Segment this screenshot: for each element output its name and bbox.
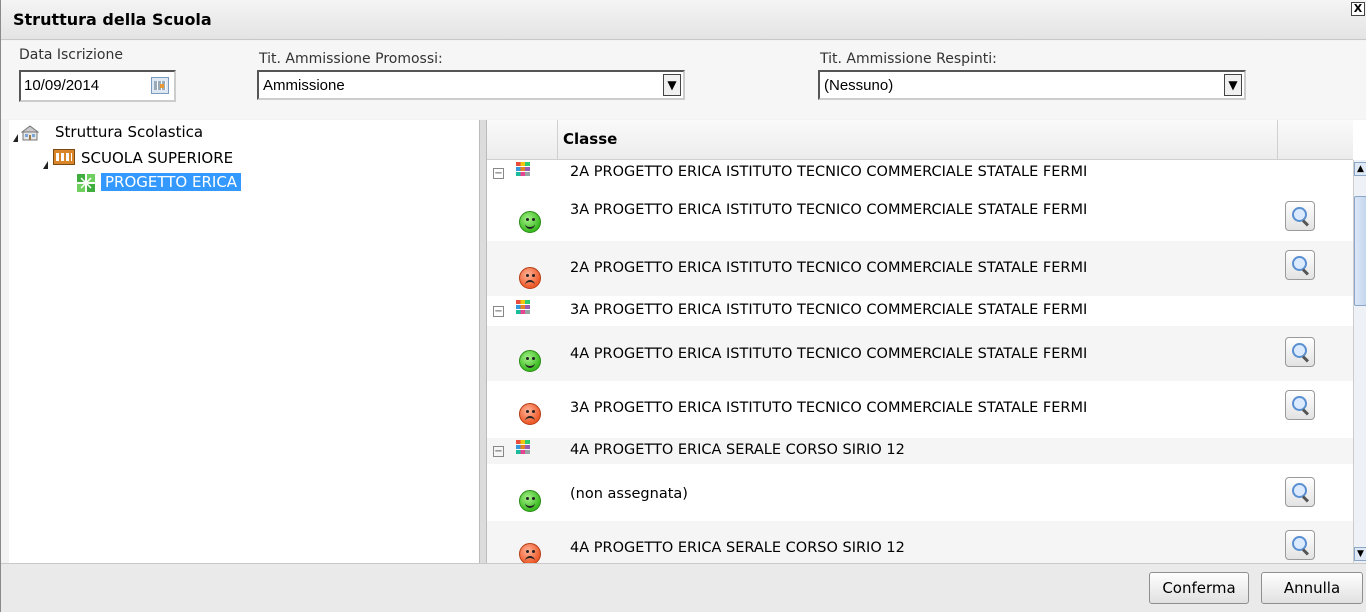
collapse-icon[interactable]: − [493, 306, 504, 317]
frown-icon [519, 267, 541, 289]
search-icon[interactable] [1285, 390, 1315, 420]
respinti-value: (Nessuno) [824, 77, 894, 94]
school-structure-dialog: Struttura della Scuola X Data Iscrizione… [0, 0, 1366, 612]
date-label: Data Iscrizione [19, 47, 123, 63]
table-row[interactable]: (non assegnata) [487, 466, 1353, 521]
group-row[interactable]: − 3A PROGETTO ERICA ISTITUTO TECNICO COM… [487, 298, 1353, 324]
smile-icon [519, 490, 541, 512]
scroll-down-icon[interactable]: ▼ [1354, 547, 1366, 561]
class-label: 3A PROGETTO ERICA ISTITUTO TECNICO COMME… [570, 202, 1088, 218]
tree-panel: Struttura Scolastica SCUOLA SUPERIORE PR… [9, 120, 479, 563]
confirm-button[interactable]: Conferma [1149, 572, 1249, 604]
project-icon [77, 174, 95, 192]
dialog-titlebar: Struttura della Scuola X [1, 0, 1366, 40]
expand-triangle-icon[interactable] [13, 134, 18, 142]
class-label: 2A PROGETTO ERICA ISTITUTO TECNICO COMME… [570, 260, 1088, 276]
date-value: 10/09/2014 [24, 77, 100, 94]
search-icon[interactable] [1285, 530, 1315, 560]
dialog-footer: Conferma Annulla [1, 563, 1366, 612]
class-group-icon [516, 440, 530, 454]
table-row[interactable]: 3A PROGETTO ERICA ISTITUTO TECNICO COMME… [487, 381, 1353, 436]
frown-icon [519, 403, 541, 425]
chevron-down-icon[interactable]: ▼ [1224, 74, 1242, 96]
classes-grid: Classe − 2A PROGETTO ERICA ISTITUTO TECN… [487, 120, 1366, 563]
scroll-up-icon[interactable]: ▲ [1354, 162, 1366, 176]
table-row[interactable]: 4A PROGETTO ERICA SERALE CORSO SIRIO 12 [487, 521, 1353, 563]
smile-icon [519, 211, 541, 233]
grid-header: Classe [487, 120, 1353, 160]
respinti-select[interactable]: (Nessuno) ▼ [818, 70, 1246, 100]
vertical-scrollbar[interactable]: ▲ ▼ [1353, 160, 1366, 563]
class-group-icon [516, 162, 530, 176]
column-header-classe[interactable]: Classe [563, 130, 617, 148]
group-row[interactable]: − 4A PROGETTO ERICA SERALE CORSO SIRIO 1… [487, 438, 1353, 464]
chevron-down-icon[interactable]: ▼ [663, 74, 681, 96]
group-row[interactable]: − 2A PROGETTO ERICA ISTITUTO TECNICO COM… [487, 160, 1353, 186]
table-row[interactable]: 4A PROGETTO ERICA ISTITUTO TECNICO COMME… [487, 326, 1353, 381]
search-icon[interactable] [1285, 250, 1315, 280]
search-icon[interactable] [1285, 477, 1315, 507]
class-label: 4A PROGETTO ERICA ISTITUTO TECNICO COMME… [570, 346, 1088, 362]
tree-node-progetto-erica[interactable]: PROGETTO ERICA [101, 173, 242, 191]
school-icon [21, 125, 39, 141]
group-label: 4A PROGETTO ERICA SERALE CORSO SIRIO 12 [570, 442, 905, 458]
collapse-icon[interactable]: − [493, 446, 504, 457]
calendar-icon[interactable] [151, 77, 169, 94]
panel-splitter[interactable] [479, 120, 487, 563]
group-label: 3A PROGETTO ERICA ISTITUTO TECNICO COMME… [570, 302, 1088, 318]
promossi-select[interactable]: Ammissione ▼ [257, 70, 685, 100]
class-label: (non assegnata) [570, 486, 688, 502]
dialog-title: Struttura della Scuola [13, 10, 212, 29]
building-icon [53, 149, 75, 165]
respinti-label: Tit. Ammissione Respinti: [820, 51, 997, 67]
selected-node-label: PROGETTO ERICA [101, 173, 242, 191]
frown-icon [519, 543, 541, 563]
table-row[interactable]: 2A PROGETTO ERICA ISTITUTO TECNICO COMME… [487, 241, 1353, 296]
expand-triangle-icon[interactable] [43, 161, 48, 169]
search-icon[interactable] [1285, 201, 1315, 231]
search-icon[interactable] [1285, 337, 1315, 367]
cancel-button[interactable]: Annulla [1261, 572, 1363, 604]
date-field[interactable]: 10/09/2014 [19, 70, 176, 102]
class-label: 4A PROGETTO ERICA SERALE CORSO SIRIO 12 [570, 540, 905, 556]
close-button[interactable]: X [1351, 2, 1365, 16]
collapse-icon[interactable]: − [493, 168, 504, 179]
scroll-thumb[interactable] [1354, 196, 1366, 306]
class-group-icon [516, 300, 530, 314]
promossi-label: Tit. Ammissione Promossi: [259, 51, 443, 67]
promossi-value: Ammissione [263, 77, 345, 94]
group-label: 2A PROGETTO ERICA ISTITUTO TECNICO COMME… [570, 164, 1088, 180]
tree-node-scuola-superiore[interactable]: SCUOLA SUPERIORE [81, 149, 233, 167]
tree-node-root[interactable]: Struttura Scolastica [55, 123, 203, 141]
class-label: 3A PROGETTO ERICA ISTITUTO TECNICO COMME… [570, 400, 1088, 416]
smile-icon [519, 350, 541, 372]
table-row[interactable]: 3A PROGETTO ERICA ISTITUTO TECNICO COMME… [487, 186, 1353, 241]
